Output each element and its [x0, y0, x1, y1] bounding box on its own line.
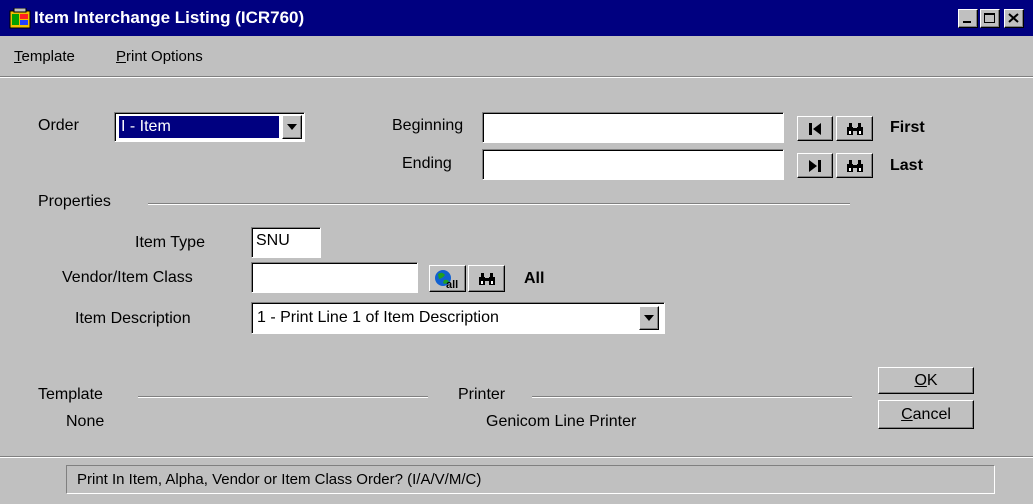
item-type-input[interactable]: SNU — [251, 227, 321, 258]
menu-print-options[interactable]: Print Options — [116, 48, 203, 65]
beginning-input[interactable] — [482, 112, 784, 143]
ending-label: Ending — [402, 155, 452, 172]
properties-heading: Properties — [38, 193, 111, 210]
chevron-down-icon — [287, 124, 297, 130]
printer-divider — [532, 396, 852, 398]
globe-all-icon: all — [434, 269, 458, 290]
printer-value: Genicom Line Printer — [486, 413, 637, 430]
app-icon[interactable] — [9, 7, 31, 30]
item-type-label: Item Type — [135, 234, 205, 251]
last-label: Last — [890, 157, 923, 174]
all-vendors-button[interactable]: all — [429, 265, 466, 292]
template-heading: Template — [38, 386, 103, 403]
all-label: All — [524, 270, 545, 287]
item-description-label: Item Description — [75, 310, 191, 327]
close-icon — [1008, 13, 1019, 23]
status-separator — [0, 456, 1033, 458]
order-label: Order — [38, 117, 79, 134]
vendor-class-label: Vendor/Item Class — [62, 269, 193, 286]
minimize-button[interactable] — [958, 9, 978, 28]
window-title: Item Interchange Listing (ICR760) — [34, 8, 305, 27]
binoculars-icon — [846, 122, 863, 135]
template-value: None — [66, 413, 105, 430]
ok-button[interactable]: OK — [878, 367, 974, 394]
last-record-button[interactable] — [797, 153, 833, 178]
minimize-icon — [963, 21, 971, 23]
binoculars-icon — [846, 159, 863, 172]
order-select[interactable]: I - Item — [114, 112, 305, 142]
beginning-label: Beginning — [392, 117, 464, 134]
first-record-button[interactable] — [797, 116, 833, 141]
chevron-down-icon — [644, 315, 654, 321]
ending-input[interactable] — [482, 149, 784, 180]
template-divider — [138, 396, 428, 398]
skip-last-icon — [809, 159, 821, 172]
order-dropdown-button[interactable] — [282, 115, 302, 139]
properties-divider — [148, 203, 850, 205]
printer-heading: Printer — [458, 386, 506, 403]
item-description-value: 1 - Print Line 1 of Item Description — [257, 309, 499, 326]
order-selected-value: I - Item — [118, 115, 280, 139]
item-description-dropdown-button[interactable] — [639, 306, 659, 330]
binoculars-icon — [478, 272, 495, 285]
svg-text:all: all — [446, 279, 458, 290]
vendor-class-input[interactable] — [251, 262, 418, 293]
cancel-button[interactable]: Cancel — [878, 400, 974, 429]
first-label: First — [890, 119, 925, 136]
ending-lookup-button[interactable] — [836, 153, 873, 178]
skip-first-icon — [809, 122, 821, 135]
maximize-button[interactable] — [980, 9, 1000, 28]
menu-separator — [0, 76, 1033, 78]
vendor-lookup-button[interactable] — [468, 265, 505, 292]
beginning-lookup-button[interactable] — [836, 116, 873, 141]
status-bar: Print In Item, Alpha, Vendor or Item Cla… — [66, 465, 995, 494]
maximize-icon — [984, 13, 995, 23]
item-description-select[interactable]: 1 - Print Line 1 of Item Description — [251, 302, 665, 334]
menu-template[interactable]: Template — [14, 48, 75, 65]
close-button[interactable] — [1004, 9, 1024, 28]
